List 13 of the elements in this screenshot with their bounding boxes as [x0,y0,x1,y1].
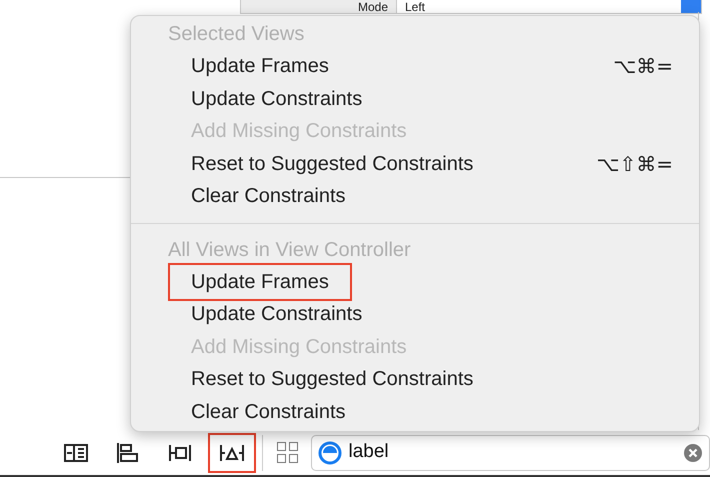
mode-label: Mode [356,0,389,13]
resolve-icon[interactable] [208,432,256,472]
mode-value: Left [405,0,426,14]
clear-icon[interactable] [683,442,703,462]
menu-item[interactable]: Update Frames [168,262,352,301]
filter-field[interactable]: label [311,434,710,470]
grid-icon[interactable] [276,442,298,463]
shortcut: ⌥⌘= [613,53,673,80]
section-header: Selected Views [168,22,304,47]
label-object-icon [318,440,342,464]
section-header: All Views in View Controller [168,238,411,262]
mode-field[interactable]: Left [396,0,681,13]
shortcut: ⌥⇧⌘= [596,150,673,178]
